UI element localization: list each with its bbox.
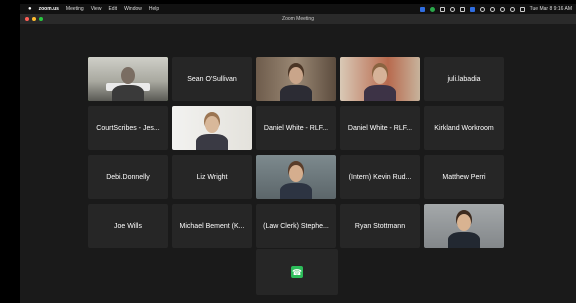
phone-icon[interactable]: ☎ (291, 266, 303, 278)
person-body (280, 183, 312, 199)
participant-tile[interactable]: Joe Wills (88, 204, 168, 248)
bluetooth-icon[interactable] (449, 6, 455, 12)
person-body (112, 85, 144, 101)
person-head (121, 67, 135, 84)
participant-name: Matthew Perri (442, 173, 486, 181)
apple-menu-icon[interactable]: ● (28, 6, 32, 12)
participant-tile[interactable]: CourtScribes - Jes... (88, 106, 168, 150)
search-icon[interactable] (509, 6, 515, 12)
person-head (289, 165, 303, 182)
person-body (196, 134, 228, 150)
participant-tile[interactable]: (Intern) Kevin Rud... (340, 155, 420, 199)
participant-tile[interactable]: Daniel White - RLF... (256, 106, 336, 150)
person-head (373, 67, 387, 84)
participant-tile[interactable]: Daniel White - RLF... (340, 106, 420, 150)
participant-name: Daniel White - RLF... (347, 124, 413, 132)
participant-name: Joe Wills (113, 222, 142, 230)
zoom-status-icon[interactable] (419, 6, 425, 12)
flag-icon[interactable] (469, 6, 475, 12)
participant-name: Michael Bement (K... (179, 222, 245, 230)
participant-tile[interactable]: Matthew Perri (424, 155, 504, 199)
participant-tile[interactable] (256, 155, 336, 199)
user-icon[interactable] (489, 6, 495, 12)
person-body (280, 85, 312, 101)
participant-tile[interactable]: Ryan Stottmann (340, 204, 420, 248)
participant-name: CourtScribes - Jes... (96, 124, 160, 132)
participant-tile[interactable]: Kirkland Workroom (424, 106, 504, 150)
person-head (457, 214, 471, 231)
participant-tile[interactable] (172, 106, 252, 150)
participant-name: Ryan Stottmann (354, 222, 406, 230)
participant-name: (Law Clerk) Stephe... (263, 222, 329, 230)
menubar-clock[interactable]: Tue Mar 8 9:16 AM (530, 6, 572, 12)
window-titlebar: Zoom Meeting (20, 14, 576, 24)
participant-name: (Intern) Kevin Rud... (348, 173, 412, 181)
menu-help[interactable]: Help (149, 6, 159, 12)
volume-icon[interactable] (439, 6, 445, 12)
participant-tile[interactable] (256, 57, 336, 101)
participant-tile[interactable]: Liz Wright (172, 155, 252, 199)
participant-name: Debi.Donnelly (106, 173, 150, 181)
participant-tile[interactable] (340, 57, 420, 101)
person-head (289, 67, 303, 84)
participant-name: Liz Wright (196, 173, 228, 181)
menu-edit[interactable]: Edit (108, 6, 117, 12)
call-control-tile: ☎ (256, 249, 338, 295)
menu-view[interactable]: View (91, 6, 102, 12)
participant-name: Sean O'Sullivan (187, 75, 237, 83)
participant-name: Kirkland Workroom (434, 124, 494, 132)
participant-tile[interactable]: (Law Clerk) Stephe... (256, 204, 336, 248)
menu-zoom-us[interactable]: zoom.us (39, 6, 59, 12)
participant-tile[interactable] (88, 57, 168, 101)
mac-menubar: ● zoom.us Meeting View Edit Window Help … (20, 4, 576, 14)
clock-status-icon[interactable] (499, 6, 505, 12)
participant-tile[interactable]: Debi.Donnelly (88, 155, 168, 199)
person-body (364, 85, 396, 101)
participant-name: juli.labadia (447, 75, 481, 83)
menu-window[interactable]: Window (124, 6, 142, 12)
participant-tile[interactable]: juli.labadia (424, 57, 504, 101)
person-body (448, 232, 480, 248)
window-title: Zoom Meeting (282, 16, 314, 22)
battery-icon[interactable] (459, 6, 465, 12)
wifi-icon[interactable] (479, 6, 485, 12)
participant-name: Daniel White - RLF... (263, 124, 329, 132)
participant-tile[interactable] (424, 204, 504, 248)
participant-grid: Sean O'Sullivan juli.labadia CourtScribes … (88, 57, 506, 248)
participant-tile[interactable]: Sean O'Sullivan (172, 57, 252, 101)
participant-tile[interactable]: Michael Bement (K... (172, 204, 252, 248)
control-center-icon[interactable] (519, 6, 525, 12)
person-head (205, 116, 219, 133)
menu-meeting[interactable]: Meeting (66, 6, 84, 12)
mic-status-icon[interactable] (429, 6, 435, 12)
status-icons: Tue Mar 8 9:16 AM (419, 6, 572, 12)
